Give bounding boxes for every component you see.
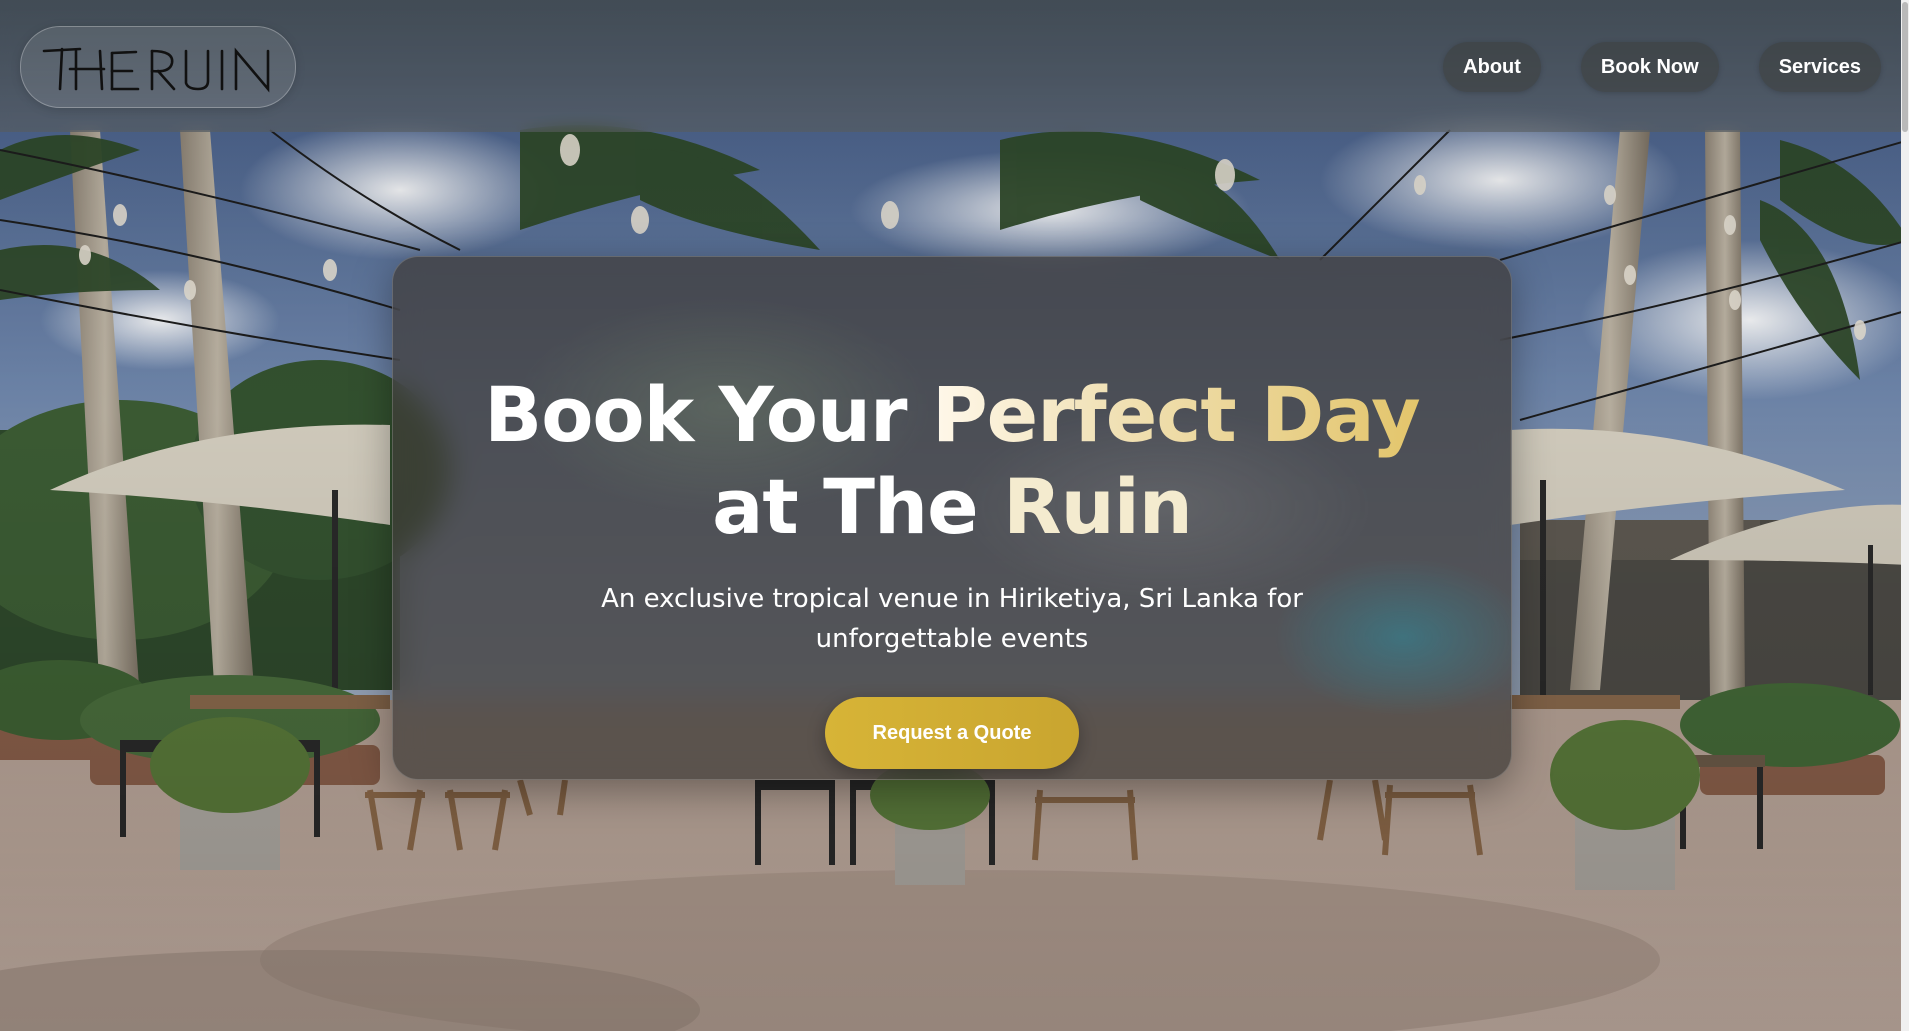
hero-title-ruin: Ruin: [1003, 462, 1193, 551]
main-nav: About Book Now Services: [1443, 42, 1881, 92]
page: About Book Now Services Book Your Perfec…: [0, 0, 1909, 1031]
hero-title-part1: Book Your: [484, 370, 932, 459]
hero-title-highlight: Perfect Day: [931, 370, 1421, 459]
nav-book-now-link[interactable]: Book Now: [1580, 42, 1719, 92]
request-quote-button[interactable]: Request a Quote: [825, 697, 1079, 769]
logo-link[interactable]: [20, 26, 296, 108]
scrollbar-track[interactable]: [1901, 0, 1909, 1031]
hero-title-part3: at The: [712, 462, 1004, 551]
the-ruin-logo: [42, 47, 270, 93]
hero-card: Book Your Perfect Day at The Ruin An exc…: [392, 256, 1512, 780]
header-bar: About Book Now Services: [0, 0, 1909, 132]
hero-subtitle: An exclusive tropical venue in Hiriketiy…: [601, 584, 1303, 654]
nav-about-link[interactable]: About: [1443, 42, 1541, 92]
scrollbar-thumb[interactable]: [1902, 2, 1908, 132]
nav-services-link[interactable]: Services: [1758, 42, 1881, 92]
hero-title: Book Your Perfect Day at The Ruin: [393, 369, 1511, 553]
